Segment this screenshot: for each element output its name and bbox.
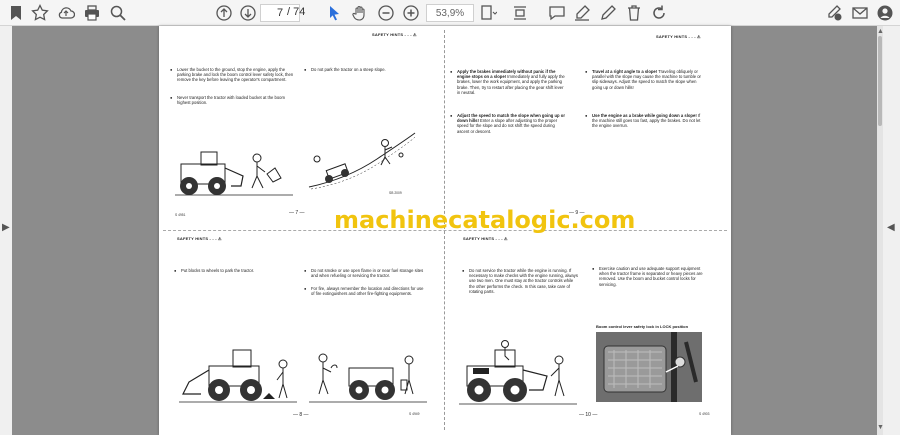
p9-col1-bullet2: Adjust the speed to match the slope when… bbox=[450, 113, 565, 134]
p7-small-code: S 4951 bbox=[175, 213, 186, 217]
p9-col1-bullet1: Apply the brakes immediately without pan… bbox=[450, 69, 565, 95]
account-icon[interactable] bbox=[875, 3, 895, 23]
expand-left-panel-icon[interactable]: ▶ bbox=[2, 222, 10, 233]
page-layout-icon[interactable] bbox=[478, 3, 498, 23]
p7-figure-code: SB 2009 bbox=[389, 191, 402, 195]
total-pages: 74 bbox=[293, 6, 306, 18]
p10-col2-bullet1: Exercise caution and use adequate suppor… bbox=[592, 266, 709, 287]
wheel-blocks-illustration bbox=[179, 349, 297, 403]
zoom-out-icon[interactable] bbox=[376, 3, 396, 23]
scrollbar-thumb[interactable] bbox=[878, 36, 882, 126]
p10-photo-caption: Boom control lever safety lock in LOCK p… bbox=[596, 324, 689, 329]
service-engine-illustration bbox=[459, 340, 577, 405]
rotate-icon[interactable] bbox=[649, 3, 669, 23]
p9-col2-bullet1: Travel at a right angle to a slope! Trav… bbox=[585, 69, 704, 90]
print-icon[interactable] bbox=[82, 3, 102, 23]
zoom-search-icon[interactable] bbox=[108, 3, 128, 23]
p9-col2-bullet2: Use the engine as a brake while going do… bbox=[585, 113, 704, 129]
highlight-icon[interactable] bbox=[572, 3, 592, 23]
p7-col1-bullet1: Lower the bucket to the ground, stop the… bbox=[170, 67, 294, 83]
star-icon[interactable] bbox=[30, 3, 50, 23]
page-separator: / bbox=[287, 6, 291, 18]
hand-tool-icon[interactable] bbox=[350, 3, 370, 23]
scroll-mode-icon[interactable] bbox=[510, 3, 530, 23]
p7-page-number: — 7 — bbox=[289, 210, 305, 216]
p10-small-code: S 4903 bbox=[699, 412, 710, 416]
comment-icon[interactable] bbox=[547, 3, 567, 23]
cloud-upload-icon[interactable] bbox=[56, 3, 76, 23]
document-page: SAFETY HINTS - - - ⚠ Lower the bucket to… bbox=[159, 26, 731, 435]
document-viewer[interactable]: ▶ ▲ ▼ ◀ SAFETY HINTS - - - ⚠ Lower the b… bbox=[0, 26, 900, 435]
collapse-right-panel-icon[interactable]: ◀ bbox=[887, 222, 895, 233]
zoom-level-field[interactable]: 53,9% bbox=[426, 4, 474, 22]
p8-header: SAFETY HINTS - - - ⚠ bbox=[177, 236, 222, 241]
p8-small-code: S 4949 bbox=[409, 412, 420, 416]
pdf-toolbar: 7 / 74 53,9% bbox=[0, 0, 900, 26]
p10-col1-bullet1: Do not service the tractor while the eng… bbox=[462, 268, 579, 294]
no-smoking-fuel-illustration bbox=[309, 353, 427, 403]
delete-icon[interactable] bbox=[624, 3, 644, 23]
p7-col2-bullet1: Do not park the tractor on a steep slope… bbox=[304, 67, 426, 72]
p7-col1-bullet2: Never transport the tractor with loaded … bbox=[170, 95, 294, 105]
p10-page-number: — 10 — bbox=[579, 412, 598, 418]
page-count: / 74 bbox=[287, 6, 305, 18]
previous-page-icon[interactable] bbox=[214, 3, 234, 23]
email-icon[interactable] bbox=[850, 3, 870, 23]
next-page-icon[interactable] bbox=[238, 3, 258, 23]
p8-col2-bullet1: Do not smoke or use open flame in or nea… bbox=[304, 268, 426, 278]
bookmark-icon[interactable] bbox=[6, 3, 26, 23]
p7-header: SAFETY HINTS - - - ⚠ bbox=[372, 32, 417, 37]
p8-col1-bullet1: Put blocks to wheels to park the tractor… bbox=[174, 268, 293, 273]
boom-lock-photo bbox=[596, 332, 702, 402]
select-cursor-icon[interactable] bbox=[324, 3, 344, 23]
sign-icon[interactable] bbox=[824, 3, 844, 23]
p8-page-number: — 8 — bbox=[293, 412, 309, 418]
p10-header: SAFETY HINTS - - - ⚠ bbox=[463, 236, 508, 241]
p9-header: SAFETY HINTS - - - ⚠ bbox=[656, 34, 701, 39]
loader-parked-illustration bbox=[175, 151, 293, 196]
p8-col2-bullet2: For fire, always remember the location a… bbox=[304, 286, 426, 296]
draw-icon[interactable] bbox=[598, 3, 618, 23]
zoom-in-icon[interactable] bbox=[401, 3, 421, 23]
slope-parking-illustration bbox=[308, 132, 416, 190]
watermark-text: machinecatalogic.com bbox=[334, 206, 636, 234]
